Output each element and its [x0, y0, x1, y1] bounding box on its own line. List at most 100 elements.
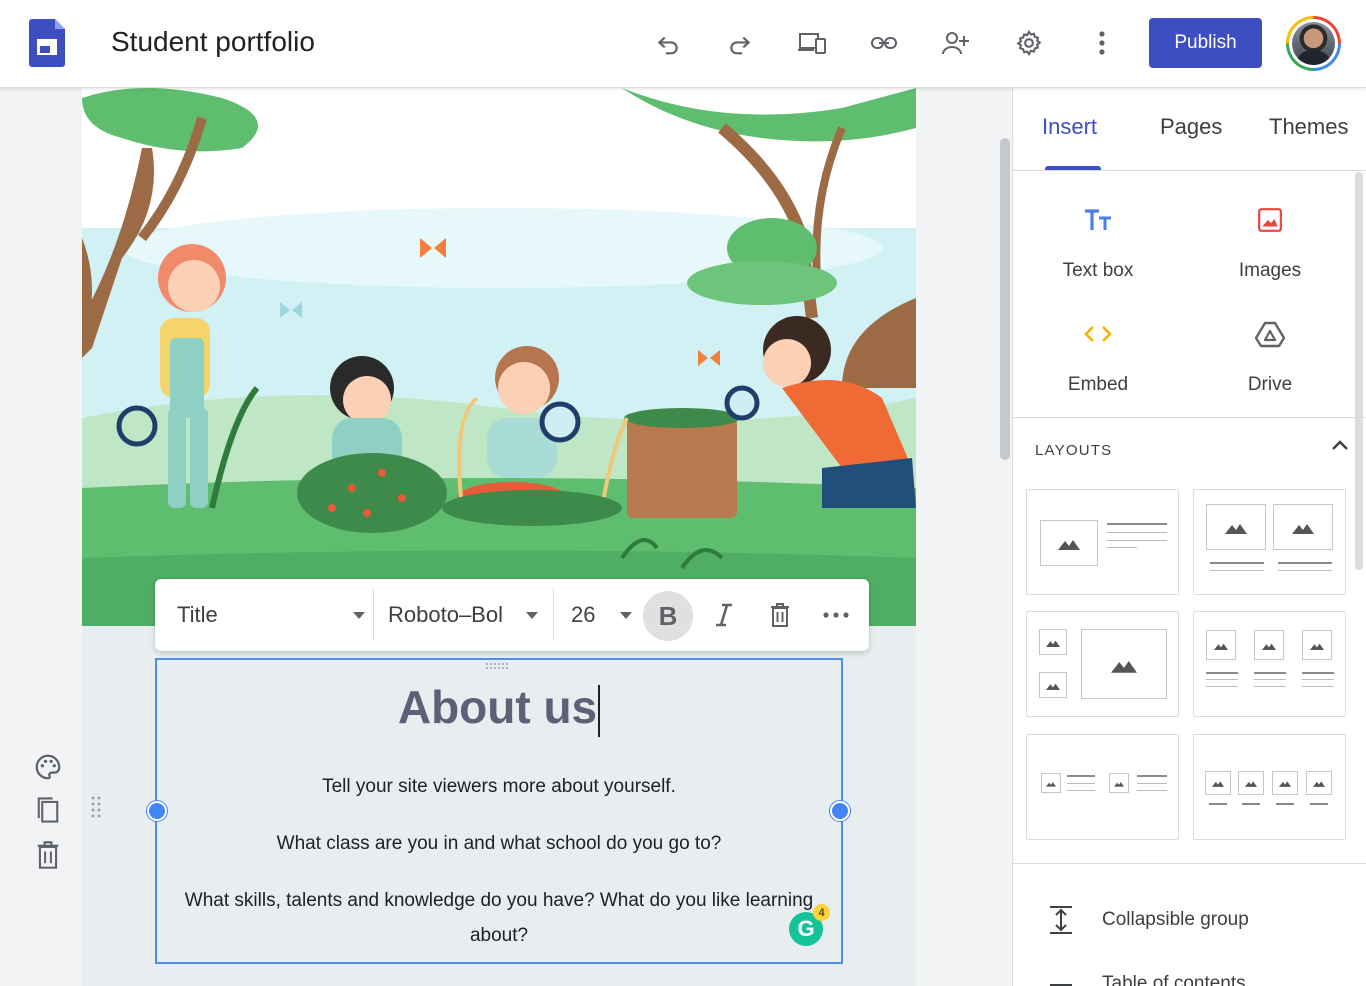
layout-card-three-images[interactable]	[1026, 611, 1179, 717]
text-line	[1209, 803, 1227, 805]
text-line	[1107, 532, 1167, 533]
text-line	[1067, 783, 1095, 784]
about-heading[interactable]: About us	[157, 680, 841, 737]
move-handle-icon[interactable]	[485, 662, 511, 670]
text-line	[1137, 790, 1167, 791]
insert-images-button[interactable]: Images	[1195, 200, 1345, 290]
divider	[1013, 863, 1366, 864]
chevron-down-icon	[353, 612, 365, 619]
divider	[1013, 170, 1366, 171]
redo-icon[interactable]	[722, 25, 758, 61]
text-line	[1206, 679, 1238, 680]
body-line-3: What skills, talents and knowledge do yo…	[184, 890, 814, 911]
about-text-box[interactable]: About us Tell your site viewers more abo…	[147, 658, 850, 964]
table-of-contents-label: Table of contents	[1102, 973, 1246, 986]
header-illustration[interactable]	[82, 88, 916, 626]
text-line	[1276, 803, 1294, 805]
font-family-dropdown[interactable]: Roboto–Bol	[388, 579, 540, 651]
image-placeholder-icon	[1041, 773, 1061, 793]
image-placeholder-icon	[1273, 504, 1333, 550]
divider	[1013, 417, 1366, 418]
embed-label: Embed	[1067, 374, 1129, 395]
drag-handle-icon[interactable]	[90, 795, 102, 821]
font-size-value: 26	[571, 602, 596, 627]
insert-drive-button[interactable]: Drive	[1195, 314, 1345, 404]
top-bar: Student portfolio Publish	[0, 0, 1366, 88]
image-placeholder-icon	[1206, 504, 1266, 550]
tab-insert[interactable]: Insert	[1042, 114, 1097, 140]
text-format-toolbar: Title Roboto–Bol 26 B	[155, 579, 869, 651]
google-sites-logo[interactable]	[29, 19, 65, 67]
layout-card-two-columns-text[interactable]	[1026, 734, 1179, 840]
duplicate-icon[interactable]	[30, 792, 66, 828]
panel-scrollbar[interactable]	[1355, 172, 1363, 570]
more-vert-icon[interactable]	[1084, 25, 1120, 61]
insert-collapsible-group-button[interactable]: Collapsible group	[1048, 900, 1249, 940]
insert-text-box-button[interactable]: Text box	[1023, 200, 1173, 290]
heading-text: About us	[397, 681, 598, 733]
text-line	[1107, 540, 1167, 541]
more-horiz-icon[interactable]	[821, 579, 851, 651]
image-placeholder-icon	[1206, 630, 1236, 660]
layouts-heading: LAYOUTS	[1035, 442, 1113, 459]
text-line	[1137, 775, 1167, 777]
chevron-up-icon[interactable]	[1331, 438, 1351, 454]
grammarly-count-badge: 4	[813, 904, 830, 921]
text-line	[1242, 803, 1260, 805]
text-line	[1310, 803, 1328, 805]
insert-table-of-contents-button[interactable]: Table of contents	[1048, 964, 1246, 986]
layout-card-three-columns[interactable]	[1193, 611, 1346, 717]
collapsible-group-label: Collapsible group	[1102, 909, 1249, 930]
resize-handle-right[interactable]	[830, 801, 850, 821]
settings-icon[interactable]	[1011, 25, 1047, 61]
image-placeholder-icon	[1205, 771, 1231, 795]
image-placeholder-icon	[1272, 771, 1298, 795]
resize-handle-left[interactable]	[147, 801, 167, 821]
link-icon[interactable]	[866, 25, 902, 61]
text-line	[1206, 686, 1238, 687]
divider	[373, 589, 374, 641]
font-size-dropdown[interactable]: 26	[571, 579, 632, 651]
text-line	[1302, 672, 1334, 674]
undo-icon[interactable]	[650, 25, 686, 61]
text-box-label: Text box	[1062, 260, 1134, 281]
tab-themes[interactable]: Themes	[1269, 114, 1348, 140]
chevron-down-icon	[526, 612, 538, 619]
share-icon[interactable]	[938, 25, 974, 61]
text-line	[1210, 562, 1264, 564]
text-cursor	[598, 684, 601, 737]
layout-card-image-text[interactable]	[1026, 489, 1179, 595]
layout-card-two-images[interactable]	[1193, 489, 1346, 595]
insert-embed-button[interactable]: Embed	[1023, 314, 1173, 404]
delete-section-icon[interactable]	[30, 837, 66, 873]
document-title[interactable]: Student portfolio	[111, 24, 315, 60]
text-line	[1067, 790, 1095, 791]
bold-button[interactable]: B	[643, 591, 693, 641]
text-line	[1278, 562, 1332, 564]
images-label: Images	[1238, 260, 1302, 281]
layout-card-four-columns[interactable]	[1193, 734, 1346, 840]
delete-icon[interactable]	[767, 579, 793, 651]
toc-icon	[1050, 984, 1072, 986]
image-placeholder-icon	[1081, 629, 1167, 699]
preview-icon[interactable]	[794, 25, 830, 61]
text-line	[1254, 679, 1286, 680]
tab-pages[interactable]: Pages	[1160, 114, 1222, 140]
image-placeholder-icon	[1306, 771, 1332, 795]
body-line-2: What class are you in and what school do…	[276, 833, 722, 854]
body-line-1: Tell your site viewers more about yourse…	[322, 776, 676, 797]
drive-icon	[1195, 314, 1345, 354]
embed-icon	[1023, 314, 1173, 354]
paragraph-style-dropdown[interactable]: Title	[177, 579, 371, 651]
canvas-scrollbar[interactable]	[1000, 138, 1010, 460]
image-icon	[1195, 200, 1345, 240]
text-line	[1137, 783, 1167, 784]
text-line	[1278, 570, 1332, 571]
image-placeholder-icon	[1039, 672, 1067, 698]
publish-button[interactable]: Publish	[1149, 18, 1262, 68]
italic-icon[interactable]	[711, 579, 737, 651]
image-placeholder-icon	[1109, 773, 1129, 793]
drive-label: Drive	[1247, 374, 1293, 395]
palette-icon[interactable]	[30, 749, 66, 785]
account-avatar[interactable]	[1286, 16, 1341, 71]
